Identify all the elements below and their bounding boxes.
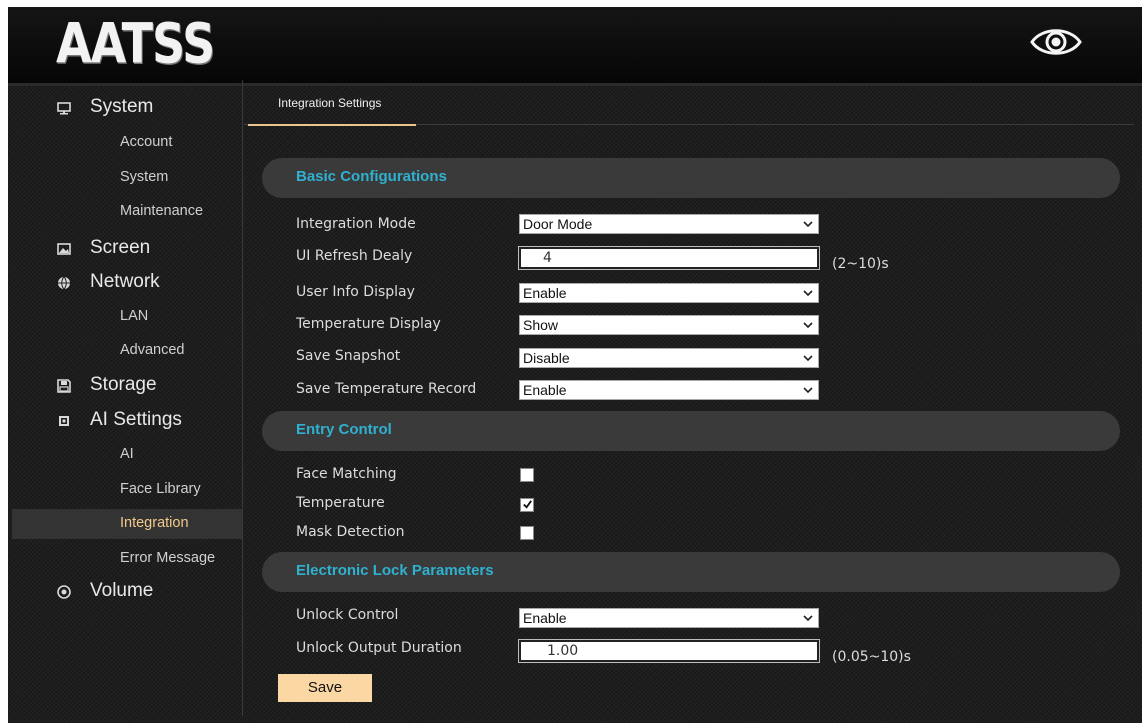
input-value: 1.00 [547, 643, 579, 659]
brand-logo: AATSS [56, 11, 215, 76]
eye-icon[interactable] [1028, 21, 1084, 63]
sidebar-item-label: Network [90, 271, 160, 292]
sidebar-item-label: System [120, 169, 169, 185]
sidebar-item-maintenance[interactable]: Maintenance [12, 197, 242, 227]
integration-mode-select[interactable]: Door Mode [519, 214, 819, 234]
select-value: Show [523, 317, 559, 333]
user-info-display-label: User Info Display [296, 284, 415, 300]
top-header: AATSS [8, 7, 1142, 86]
sidebar-item-system-sub[interactable]: System [12, 163, 242, 193]
sidebar-item-label: Face Library [120, 481, 201, 497]
save-temperature-record-select[interactable]: Enable [519, 380, 819, 400]
sidebar-item-label: Maintenance [120, 203, 204, 219]
chevron-down-icon [803, 387, 813, 394]
tab-bar: Integration Settings [244, 84, 1134, 126]
sidebar-item-label: System [90, 96, 154, 117]
chevron-down-icon [803, 221, 813, 228]
save-snapshot-select[interactable]: Disable [519, 348, 819, 368]
save-snapshot-label: Save Snapshot [296, 348, 401, 364]
chevron-down-icon [803, 290, 813, 297]
face-matching-label: Face Matching [296, 466, 397, 482]
sidebar-item-screen[interactable]: Screen [12, 233, 242, 265]
sidebar-item-lan[interactable]: LAN [12, 302, 242, 332]
chevron-down-icon [803, 355, 813, 362]
unlock-control-label: Unlock Control [296, 607, 399, 623]
input-value: 4 [543, 250, 552, 266]
unlock-output-duration-input[interactable]: 1.00 [518, 639, 820, 663]
select-value: Enable [523, 382, 567, 398]
sidebar-item-ai-settings[interactable]: AI Settings [12, 405, 242, 437]
sidebar-item-error-message[interactable]: Error Message [12, 544, 242, 574]
sidebar-item-label: LAN [120, 308, 149, 324]
sidebar-item-label: AI [120, 446, 134, 462]
section-title: Basic Configurations [296, 168, 447, 185]
temperature-display-label: Temperature Display [296, 316, 441, 332]
ui-refresh-delay-label: UI Refresh Dealy [296, 248, 413, 264]
temperature-label: Temperature [296, 495, 385, 511]
section-entry-control: Entry Control [262, 411, 1120, 451]
unlock-output-duration-unit: (0.05~10)s [832, 649, 911, 665]
chevron-down-icon [803, 615, 813, 622]
globe-icon [58, 276, 70, 290]
temperature-checkbox[interactable] [520, 498, 534, 512]
integration-mode-label: Integration Mode [296, 216, 416, 232]
sidebar-item-system[interactable]: System [12, 92, 242, 124]
sidebar-item-face-library[interactable]: Face Library [12, 475, 242, 505]
monitor-icon [57, 102, 71, 115]
temperature-display-select[interactable]: Show [519, 315, 819, 335]
sidebar-item-label: Integration [120, 515, 189, 531]
select-value: Enable [523, 285, 567, 301]
section-basic-configurations: Basic Configurations [262, 158, 1120, 198]
chevron-down-icon [803, 322, 813, 329]
sidebar-item-label: Volume [90, 580, 154, 601]
select-value: Disable [523, 350, 570, 366]
ui-refresh-delay-input[interactable]: 4 [518, 246, 820, 270]
select-value: Enable [523, 610, 567, 626]
sidebar-item-ai[interactable]: AI [12, 440, 242, 470]
sidebar-item-label: Account [120, 134, 173, 150]
sidebar-item-account[interactable]: Account [12, 128, 242, 158]
section-electronic-lock-parameters: Electronic Lock Parameters [262, 552, 1120, 592]
floppy-icon [57, 379, 71, 393]
speaker-icon [57, 585, 71, 599]
sidebar-item-storage[interactable]: Storage [12, 370, 242, 402]
sidebar-item-label: AI Settings [90, 409, 182, 430]
ui-refresh-delay-unit: (2~10)s [832, 256, 889, 272]
sidebar-item-advanced[interactable]: Advanced [12, 336, 242, 366]
sidebar-item-integration[interactable]: Integration [12, 509, 242, 539]
checkmark-icon [523, 500, 532, 509]
unlock-control-select[interactable]: Enable [519, 608, 819, 628]
section-title: Electronic Lock Parameters [296, 562, 494, 579]
save-temperature-record-label: Save Temperature Record [296, 381, 477, 397]
sidebar-item-label: Screen [90, 237, 151, 258]
section-title: Entry Control [296, 421, 392, 438]
sidebar-item-label: Advanced [120, 342, 185, 358]
sidebar-item-network[interactable]: Network [12, 267, 242, 299]
save-button[interactable]: Save [278, 674, 372, 702]
tab-integration-settings[interactable]: Integration Settings [248, 84, 416, 126]
select-value: Door Mode [523, 216, 593, 232]
face-matching-checkbox[interactable] [520, 468, 534, 482]
sidebar-item-volume[interactable]: Volume [12, 576, 242, 608]
sidebar: System Account System Maintenance Screen… [12, 80, 243, 716]
mask-detection-label: Mask Detection [296, 524, 405, 540]
sidebar-item-label: Error Message [120, 550, 216, 566]
chip-icon [59, 416, 69, 426]
mask-detection-checkbox[interactable] [520, 526, 534, 540]
sidebar-item-label: Storage [90, 374, 157, 395]
picture-icon [57, 243, 71, 255]
unlock-output-duration-label: Unlock Output Duration [296, 640, 462, 656]
user-info-display-select[interactable]: Enable [519, 283, 819, 303]
